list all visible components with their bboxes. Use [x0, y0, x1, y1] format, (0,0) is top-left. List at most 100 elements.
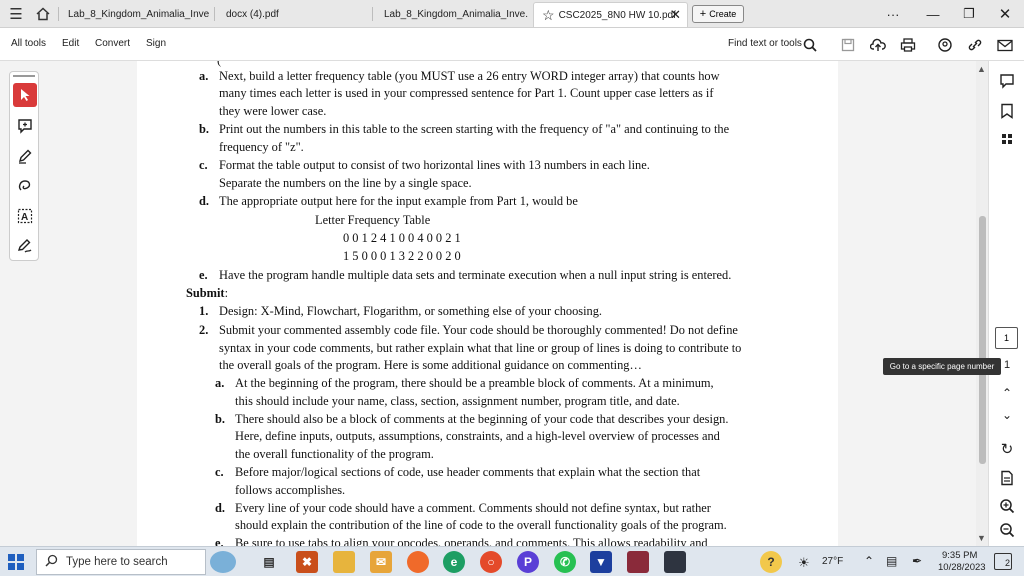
- document-icon[interactable]: [995, 466, 1019, 490]
- doc-text-line: Separate the numbers on the line by a si…: [219, 176, 472, 190]
- highlight-pen-icon[interactable]: [13, 144, 37, 168]
- clock-time[interactable]: 9:35 PM: [942, 550, 977, 561]
- clock-date[interactable]: 10/28/2023: [938, 562, 986, 573]
- page-next-icon[interactable]: ⌄: [995, 403, 1019, 427]
- partial-line: (: [217, 61, 221, 68]
- panel-grip: [13, 75, 35, 77]
- thumbnails-icon[interactable]: [995, 127, 1019, 151]
- item-marker: a.: [199, 69, 209, 83]
- search-highlight-icon[interactable]: [210, 551, 236, 573]
- tab-csc2025-active[interactable]: ☆ CSC2025_8N0 HW 10.pdf ✕: [533, 2, 688, 27]
- app-icon-blue[interactable]: ▼: [590, 551, 612, 573]
- page-number-input[interactable]: 1: [995, 327, 1018, 349]
- item-marker: d.: [199, 194, 209, 208]
- pen-tray-icon[interactable]: ✒: [912, 554, 922, 568]
- doc-text-line: Here, define inputs, outputs, assumption…: [235, 429, 720, 443]
- doc-text-line: Design: X-Mind, Flowchart, Flogarithm, o…: [219, 304, 603, 318]
- doc-text-line: Before major/logical sections of code, u…: [235, 465, 701, 479]
- vertical-scrollbar[interactable]: ▲ ▼: [976, 61, 988, 546]
- zoom-in-icon[interactable]: [995, 494, 1019, 518]
- add-comment-icon[interactable]: [13, 114, 37, 138]
- notifications-icon[interactable]: 2: [994, 553, 1012, 570]
- tab-bar: ☰ Lab_8_Kingdom_Animalia_Inve... docx (4…: [0, 0, 1024, 28]
- taskbar: Type here to search ▤ ✖ ✉ e ○ P ✆ ▼ ? ☀ …: [0, 546, 1024, 576]
- scroll-down-icon[interactable]: ▼: [977, 533, 986, 543]
- tray-overflow-icon[interactable]: ⌃: [864, 554, 874, 568]
- search-icon: [45, 554, 58, 570]
- task-view-icon[interactable]: ▤: [258, 551, 280, 573]
- right-tool-panel: 1 ⌃ ⌄ ↻: [988, 61, 1024, 546]
- link-icon[interactable]: [965, 35, 985, 55]
- item-marker: 1.: [199, 304, 209, 318]
- upload-cloud-icon[interactable]: [868, 35, 888, 55]
- photos-icon[interactable]: [627, 551, 649, 573]
- chrome-browser-icon[interactable]: ○: [480, 551, 502, 573]
- item-marker: 2.: [199, 323, 209, 337]
- menu-edit[interactable]: Edit: [62, 38, 79, 49]
- weather-sun-icon[interactable]: ☀: [798, 555, 810, 571]
- scroll-up-icon[interactable]: ▲: [977, 64, 986, 74]
- menu-sign[interactable]: Sign: [146, 38, 166, 49]
- bookmark-icon[interactable]: [995, 99, 1019, 123]
- mail-icon[interactable]: ✉: [370, 551, 392, 573]
- doc-text-line: syntax in your code comments, but rather…: [219, 341, 742, 355]
- tab-lab8-1[interactable]: Lab_8_Kingdom_Animalia_Inve...: [60, 2, 210, 27]
- edge-browser-icon[interactable]: e: [443, 551, 465, 573]
- windows-start-icon[interactable]: [8, 554, 24, 575]
- zoom-out-icon[interactable]: [995, 518, 1019, 542]
- taskbar-search-box[interactable]: Type here to search: [36, 549, 206, 575]
- scroll-thumb[interactable]: [979, 216, 986, 464]
- doc-text-line: Format the table output to consist of tw…: [219, 158, 650, 172]
- tab-separator: [214, 7, 215, 21]
- search-icon[interactable]: [800, 35, 820, 55]
- more-options-icon[interactable]: ···: [882, 3, 904, 25]
- network-icon[interactable]: ▤: [886, 554, 897, 568]
- draw-freehand-icon[interactable]: [13, 174, 37, 198]
- temperature-label[interactable]: 27°F: [822, 556, 843, 567]
- app-icon-dark[interactable]: [664, 551, 686, 573]
- find-text-tools[interactable]: Find text or tools: [728, 38, 802, 49]
- fill-sign-icon[interactable]: [13, 234, 37, 258]
- menu-icon[interactable]: ☰: [6, 4, 26, 24]
- table-row-1: 0 0 1 2 4 1 0 0 4 0 0 2 1: [343, 231, 461, 245]
- file-explorer-icon[interactable]: [333, 551, 355, 573]
- print-icon[interactable]: [898, 35, 918, 55]
- tab-docx[interactable]: docx (4).pdf: [218, 2, 368, 27]
- doc-text-line: follows accomplishes.: [235, 483, 346, 497]
- close-window-icon[interactable]: ✕: [994, 3, 1016, 25]
- home-icon[interactable]: [33, 4, 53, 24]
- create-button[interactable]: + Create: [692, 5, 744, 23]
- whatsapp-icon[interactable]: ✆: [554, 551, 576, 573]
- page-up-icon[interactable]: ⌃: [995, 381, 1019, 405]
- close-tab-icon[interactable]: ✕: [670, 7, 681, 23]
- refresh-icon[interactable]: ↻: [995, 437, 1019, 461]
- create-label: Create: [709, 9, 737, 19]
- comments-icon[interactable]: [995, 69, 1019, 93]
- tab-lab8-2[interactable]: Lab_8_Kingdom_Animalia_Inve...: [376, 2, 528, 27]
- doc-text-line: the overall goals of the program. Here i…: [219, 358, 642, 372]
- menu-all-tools[interactable]: All tools: [11, 38, 46, 49]
- notification-count: 2: [1004, 558, 1010, 568]
- doc-text-line: Be sure to use tabs to align your opcode…: [235, 536, 708, 546]
- restore-icon[interactable]: ❐: [958, 3, 980, 25]
- doc-text-line: Next, build a letter frequency table (yo…: [219, 69, 720, 83]
- menu-convert[interactable]: Convert: [95, 38, 130, 49]
- app-icon-red-circle[interactable]: [407, 551, 429, 573]
- item-marker: c.: [215, 465, 224, 479]
- email-icon[interactable]: [995, 35, 1015, 55]
- minimize-icon[interactable]: —: [922, 3, 944, 25]
- app-icon-p[interactable]: P: [517, 551, 539, 573]
- star-icon[interactable]: ☆: [542, 7, 555, 24]
- ai-assistant-icon[interactable]: [935, 35, 955, 55]
- tab-separator: [372, 7, 373, 21]
- save-icon[interactable]: [838, 35, 858, 55]
- select-cursor-icon[interactable]: [13, 83, 37, 107]
- item-marker: b.: [215, 412, 225, 426]
- text-box-icon[interactable]: A: [13, 204, 37, 228]
- doc-text-line: There should also be a block of comments…: [235, 412, 729, 426]
- help-icon[interactable]: ?: [760, 551, 782, 573]
- item-marker: d.: [215, 501, 225, 515]
- doc-text-line: this should include your name, class, se…: [235, 394, 680, 408]
- app-icon-orange[interactable]: ✖: [296, 551, 318, 573]
- doc-text-line: Print out the numbers in this table to t…: [219, 122, 730, 136]
